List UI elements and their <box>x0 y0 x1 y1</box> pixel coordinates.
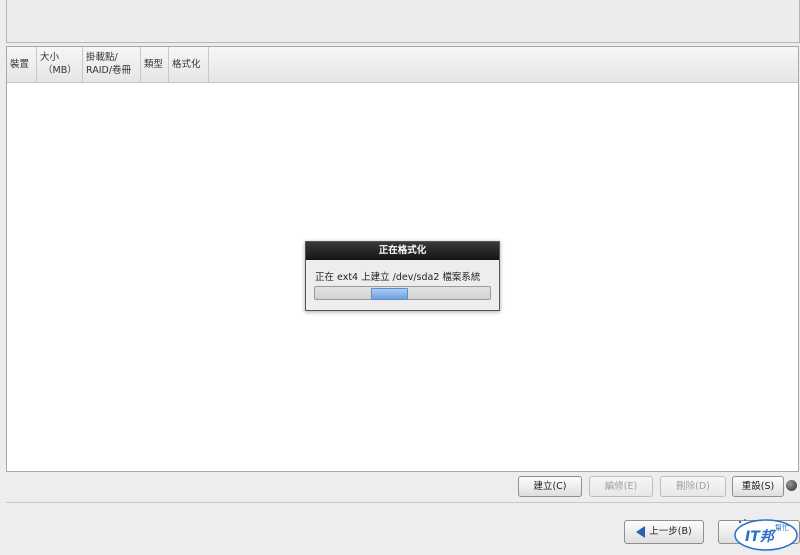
progress-pulse <box>371 288 408 300</box>
create-button[interactable]: 建立(C) <box>518 476 582 497</box>
reset-button[interactable]: 重設(S) <box>732 476 784 497</box>
top-panel <box>6 0 800 43</box>
table-header: 裝置 大小 （MB） 掛載點/ RAID/卷冊 類型 格式化 <box>7 47 798 83</box>
col-format-label: 格式化 <box>172 59 201 70</box>
itbang-logo: IT邦 幫忙 <box>732 516 800 552</box>
col-mountpoint-label: 掛載點/ <box>86 52 118 63</box>
col-type[interactable]: 類型 <box>141 47 169 82</box>
svg-text:IT邦: IT邦 <box>745 528 777 545</box>
col-format[interactable]: 格式化 <box>169 47 209 82</box>
col-type-label: 類型 <box>144 59 164 70</box>
edit-button[interactable]: 編修(E) <box>589 476 653 497</box>
divider <box>6 502 800 503</box>
col-size[interactable]: 大小 （MB） <box>37 47 83 82</box>
col-size-label: 大小 <box>40 52 60 63</box>
back-button[interactable]: 上一步(B) <box>624 520 704 544</box>
col-mountpoint-sub: RAID/卷冊 <box>86 65 132 76</box>
knob-icon <box>786 480 797 491</box>
col-device-label: 裝置 <box>10 59 30 70</box>
delete-button[interactable]: 刪除(D) <box>660 476 726 497</box>
back-button-label: 上一步(B) <box>649 526 692 537</box>
col-size-unit: （MB） <box>43 65 77 76</box>
dialog-message: 正在 ext4 上建立 /dev/sda2 檔案系統 <box>315 272 481 283</box>
svg-text:幫忙: 幫忙 <box>775 523 789 532</box>
formatting-dialog: 正在格式化 正在 ext4 上建立 /dev/sda2 檔案系統 <box>305 241 500 311</box>
progress-bar <box>314 286 491 300</box>
dialog-title: 正在格式化 <box>306 242 499 260</box>
arrow-left-icon <box>636 525 646 538</box>
col-mountpoint[interactable]: 掛載點/ RAID/卷冊 <box>83 47 141 82</box>
col-device[interactable]: 裝置 <box>7 47 37 82</box>
